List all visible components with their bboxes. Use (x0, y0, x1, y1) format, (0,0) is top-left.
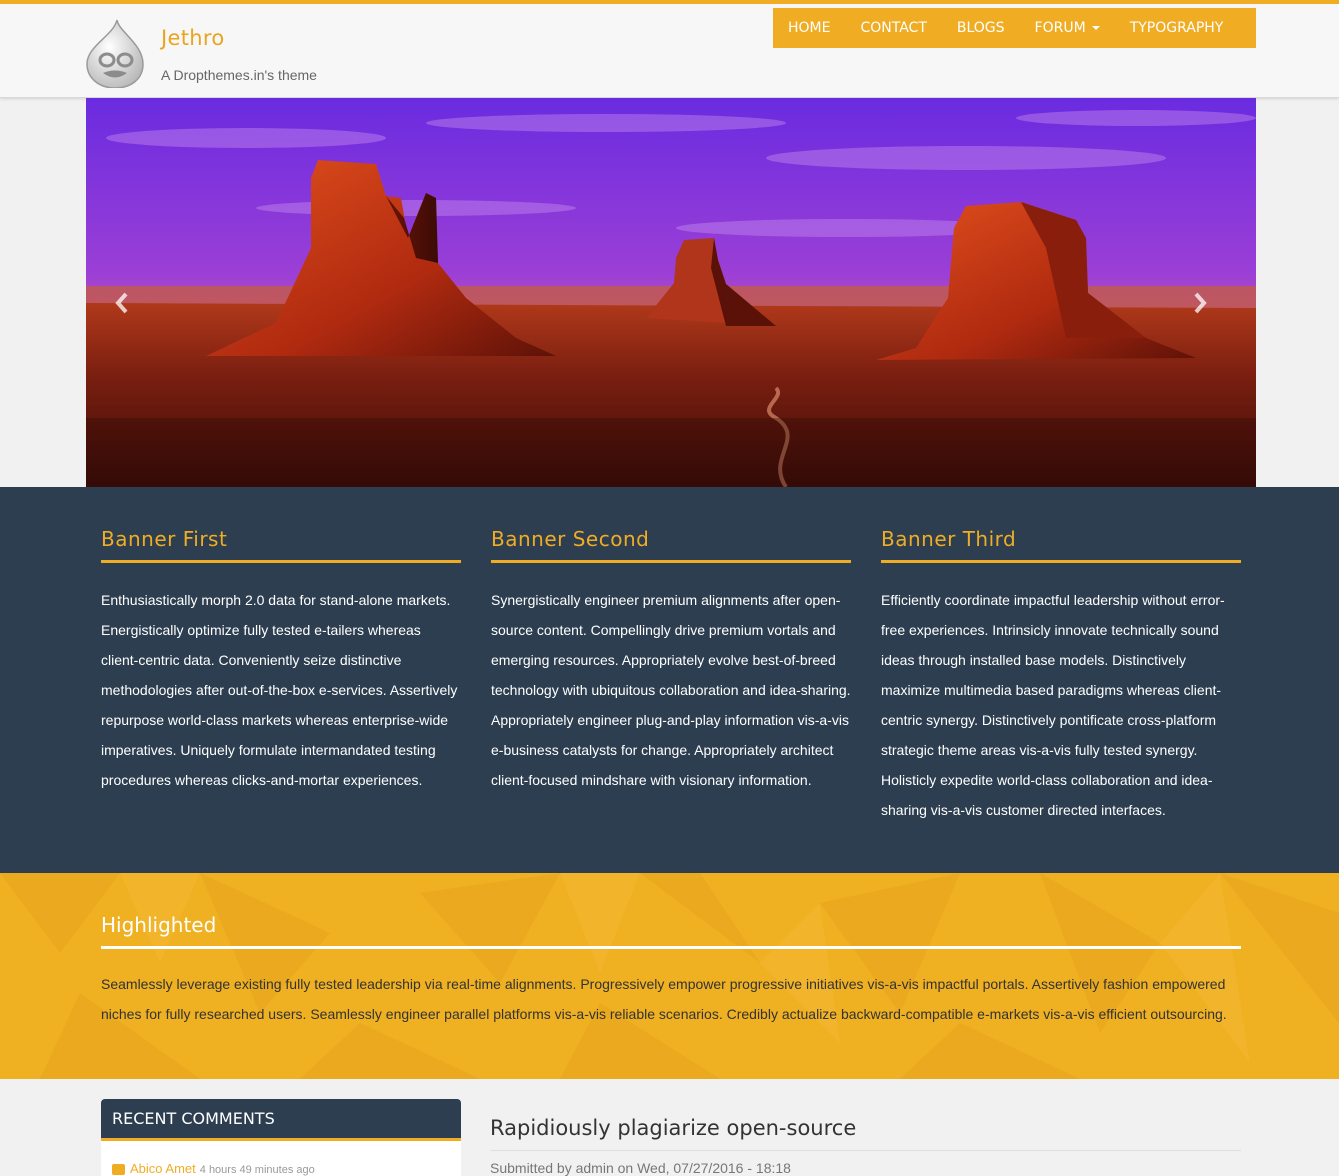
banner-title: Banner Second (491, 527, 851, 563)
nav-label: CONTACT (860, 20, 927, 36)
banner-text: Efficiently coordinate impactful leaders… (881, 592, 1225, 818)
article-title[interactable]: Rapidiously plagiarize open-source (490, 1116, 1241, 1151)
banner-second: Banner Second Synergistically engineer p… (491, 487, 851, 795)
banner-text: Synergistically engineer premium alignme… (491, 592, 851, 788)
comment-item: Abico Amet 4 hours 49 minutes ago (101, 1141, 461, 1176)
hero-slider (86, 98, 1256, 487)
banner-third: Banner Third Efficiently coordinate impa… (881, 487, 1241, 825)
site-slogan: A Dropthemes.in's theme (161, 67, 317, 83)
article-teaser: Rapidiously plagiarize open-source Submi… (490, 1116, 1241, 1176)
banner-first: Banner First Enthusiastically morph 2.0 … (101, 487, 461, 795)
site-header: Jethro A Dropthemes.in's theme HOME CONT… (0, 0, 1339, 98)
banner-title: Banner First (101, 527, 461, 563)
chevron-left-icon[interactable] (110, 288, 134, 318)
nav-label: FORUM (1034, 20, 1086, 36)
site-name[interactable]: Jethro (161, 26, 224, 50)
comment-time: 4 hours 49 minutes ago (199, 1164, 315, 1176)
nav-item-blogs[interactable]: BLOGS (942, 8, 1020, 48)
recent-comments-title: RECENT COMMENTS (101, 1099, 461, 1141)
highlighted-title: Highlighted (101, 913, 1241, 949)
recent-comments-block: RECENT COMMENTS Abico Amet 4 hours 49 min… (101, 1099, 461, 1176)
nav-item-typography[interactable]: TYPOGRAPHY (1115, 8, 1239, 48)
highlighted-text: Seamlessly leverage existing fully teste… (101, 976, 1227, 1022)
comment-author-link[interactable]: Abico Amet (130, 1161, 196, 1176)
nav-item-forum[interactable]: FORUM (1020, 8, 1115, 48)
nav-item-contact[interactable]: CONTACT (845, 8, 941, 48)
chevron-right-icon[interactable] (1188, 288, 1212, 318)
highlighted-section: Highlighted Seamlessly leverage existing… (0, 873, 1339, 1079)
desert-landscape-image (86, 98, 1256, 487)
comment-bubble-icon (112, 1164, 125, 1176)
article-meta: Submitted by admin on Wed, 07/27/2016 - … (490, 1160, 791, 1176)
nav-label: BLOGS (956, 20, 1005, 36)
banner-title: Banner Third (881, 527, 1241, 563)
drupal-drop-icon[interactable] (85, 18, 145, 89)
banner-section: Banner First Enthusiastically morph 2.0 … (0, 487, 1339, 873)
caret-down-icon (1091, 26, 1100, 30)
main-nav: HOME CONTACT BLOGS FORUM TYPOGRAPHY (773, 8, 1256, 48)
nav-item-home[interactable]: HOME (773, 8, 845, 48)
nav-label: TYPOGRAPHY (1129, 20, 1224, 36)
nav-label: HOME (788, 20, 831, 36)
banner-text: Enthusiastically morph 2.0 data for stan… (101, 592, 458, 788)
